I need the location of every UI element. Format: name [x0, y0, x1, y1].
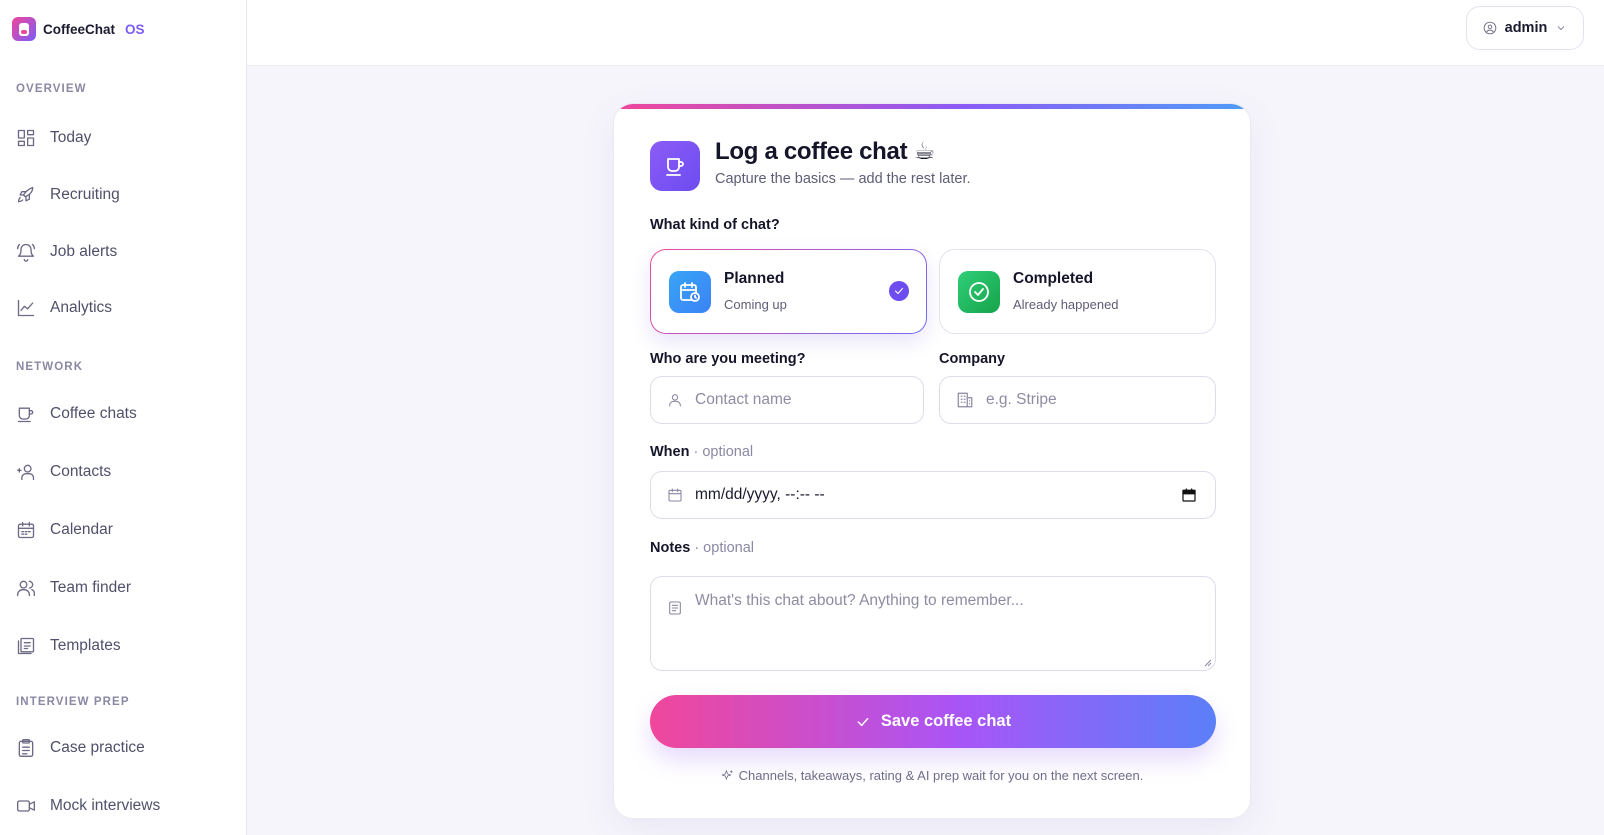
sparkle-icon [721, 770, 733, 780]
when-value: mm/dd/yyyy, --:-- -- [695, 486, 825, 503]
company-placeholder: e.g. Stripe [986, 391, 1057, 408]
contacts-icon [17, 464, 35, 481]
topbar: admin [247, 0, 1604, 66]
bell-icon [17, 243, 35, 262]
sidebar-item-analytics[interactable]: Analytics [16, 294, 112, 322]
sidebar-item-label: Calendar [50, 521, 113, 538]
sidebar-item-coffee-chats[interactable]: Coffee chats [16, 400, 137, 428]
calendar-clock-icon [669, 271, 711, 313]
contact-label: Who are you meeting? [650, 351, 806, 367]
sidebar-item-label: Coffee chats [50, 405, 137, 422]
notes-label-text: Notes [650, 540, 691, 556]
sidebar-item-label: Mock interviews [50, 797, 161, 814]
check-circle-icon [889, 281, 909, 301]
kind-subtitle: Coming up [724, 297, 787, 312]
log-coffee-chat-card: Log a coffee chat ☕ Capture the basics —… [613, 103, 1251, 819]
user-circle-icon [1483, 21, 1496, 35]
building-icon [957, 392, 973, 408]
kind-subtitle: Already happened [1013, 297, 1119, 312]
checkmark-icon [857, 717, 869, 726]
nav-section-interview-prep: INTERVIEW PREP [16, 696, 130, 708]
nav-section-network: NETWORK [16, 361, 84, 373]
notes-textarea[interactable]: What's this chat about? Anything to reme… [650, 576, 1216, 671]
notes-label: Notes · optional [650, 540, 754, 556]
when-label: When · optional [650, 444, 753, 460]
sidebar-item-contacts[interactable]: Contacts [16, 458, 111, 486]
sidebar-item-label: Analytics [50, 299, 113, 316]
brand[interactable]: CoffeeChat OS [12, 17, 145, 41]
notes-placeholder: What's this chat about? Anything to reme… [695, 592, 1024, 609]
company-label: Company [939, 351, 1006, 367]
templates-icon [17, 637, 35, 655]
company-input[interactable]: e.g. Stripe [939, 376, 1216, 424]
sidebar-item-templates[interactable]: Templates [16, 632, 121, 660]
sidebar-item-calendar[interactable]: Calendar [16, 516, 113, 544]
chat-kind-label: What kind of chat? [650, 217, 780, 233]
sidebar-item-label: Contacts [50, 463, 112, 480]
app-suffix: OS [125, 21, 145, 37]
sidebar-item-label: Team finder [50, 579, 131, 596]
clipboard-icon [18, 739, 34, 757]
notes-optional: · optional [694, 540, 754, 556]
calendar-icon [17, 521, 35, 539]
person-icon [669, 394, 681, 407]
team-icon [17, 580, 35, 597]
kind-option-planned[interactable]: Planned Coming up [650, 249, 927, 334]
resize-handle-icon[interactable] [1204, 659, 1212, 667]
sidebar-item-today[interactable]: Today [16, 124, 91, 152]
sidebar-item-team-finder[interactable]: Team finder [16, 574, 131, 602]
coffee-cup-icon [17, 407, 34, 423]
kind-title: Completed [1013, 270, 1094, 287]
kind-title: Planned [724, 270, 785, 287]
page-title: Log a coffee chat ☕ [715, 138, 935, 165]
sidebar-item-label: Recruiting [50, 186, 120, 203]
sidebar: CoffeeChat OS OVERVIEW Today Recruiting J… [0, 0, 247, 835]
save-button-label: Save coffee chat [880, 712, 1012, 730]
page-subtitle: Capture the basics — add the rest later. [715, 171, 971, 187]
nav-section-overview: OVERVIEW [16, 83, 87, 95]
footnote-text: Channels, takeaways, rating & AI prep wa… [738, 768, 1144, 783]
check-circle-icon [958, 271, 1000, 313]
sidebar-item-mock-interviews[interactable]: Mock interviews [16, 792, 160, 820]
calendar-icon [668, 488, 682, 502]
calendar-picker-icon[interactable] [1181, 487, 1197, 508]
rocket-icon [17, 186, 34, 203]
app-name: CoffeeChat [43, 21, 116, 37]
dashboard-icon [17, 129, 35, 147]
sidebar-item-label: Job alerts [50, 243, 118, 260]
app-logo-icon [12, 17, 36, 41]
notes-icon [667, 600, 683, 621]
kind-option-completed[interactable]: Completed Already happened [939, 249, 1216, 334]
user-name: admin [1504, 20, 1548, 36]
user-menu-button[interactable]: admin [1466, 6, 1584, 50]
when-label-text: When [650, 444, 690, 460]
line-chart-icon [17, 299, 35, 317]
coffee-cup-icon [650, 141, 700, 191]
video-icon [17, 800, 35, 812]
chevron-down-icon [1558, 26, 1565, 31]
when-optional: · optional [693, 444, 754, 460]
when-datetime-input[interactable]: mm/dd/yyyy, --:-- -- [650, 471, 1216, 519]
sidebar-item-recruiting[interactable]: Recruiting [16, 181, 120, 209]
save-coffee-chat-button[interactable]: Save coffee chat [650, 695, 1216, 748]
sidebar-item-label: Case practice [50, 739, 145, 756]
sidebar-item-case-practice[interactable]: Case practice [16, 734, 145, 762]
footnote: Channels, takeaways, rating & AI prep wa… [614, 768, 1250, 783]
sidebar-item-job-alerts[interactable]: Job alerts [16, 238, 117, 266]
contact-name-placeholder: Contact name [695, 391, 792, 408]
sidebar-item-label: Templates [50, 637, 121, 654]
contact-name-input[interactable]: Contact name [650, 376, 924, 424]
sidebar-item-label: Today [50, 129, 92, 146]
card-accent-bar [614, 104, 1250, 109]
